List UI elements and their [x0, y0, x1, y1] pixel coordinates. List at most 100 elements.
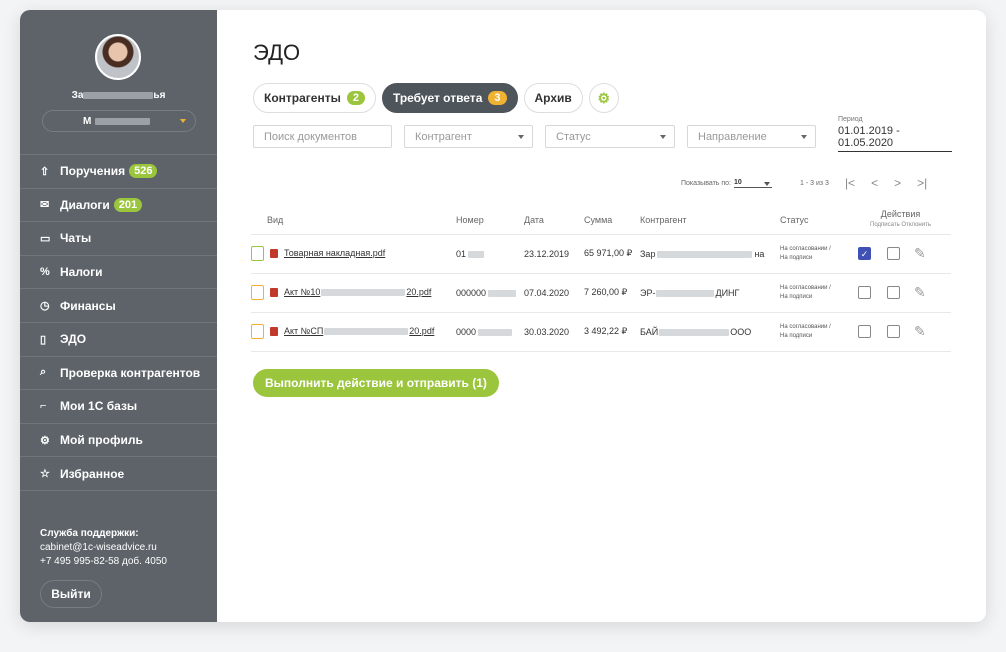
document-link[interactable]: Акт №СП 20.pdf [284, 326, 434, 336]
doc-number: 01 [456, 248, 467, 259]
pencil-icon[interactable]: ✎ [914, 245, 926, 261]
last-page-icon[interactable]: >| [917, 176, 927, 190]
pagination: Показывать по: 10 1 - 3 из 3 |< < > >| [681, 176, 927, 190]
sidebar-item-label: ЭДО [60, 332, 87, 347]
table-row[interactable]: Акт №10 20.pdf 000000 07.04.2020 7 260,00… [251, 272, 951, 312]
user-name-start: За [71, 90, 84, 101]
sign-checkbox[interactable] [858, 286, 871, 299]
sidebar-item-label: Проверка контрагентов [60, 365, 201, 380]
pdf-icon [270, 249, 278, 258]
redacted-text [478, 328, 513, 336]
support-email[interactable]: cabinet@1c-wiseadvice.ru [40, 541, 167, 555]
doc-date: 23.12.2019 [524, 233, 584, 273]
sidebar-item-counterparty-check[interactable]: ⌕ Проверка контрагентов [20, 357, 217, 391]
avatar[interactable] [95, 34, 141, 80]
sidebar-item-profile[interactable]: ⚙ Мой профиль [20, 424, 217, 458]
direction-select[interactable]: Направление [687, 125, 816, 148]
document-link[interactable]: Товарная накладная.pdf [284, 248, 385, 258]
pencil-icon[interactable]: ✎ [914, 323, 926, 339]
status-select[interactable]: Статус [545, 125, 675, 148]
doc-sum: 65 971,00 ₽ [584, 233, 640, 273]
upload-icon: ⇧ [40, 165, 50, 178]
sign-label: Подписать [870, 221, 900, 228]
sidebar-item-tasks[interactable]: ⇧ Поручения 526 [20, 155, 217, 189]
settings-gear-icon[interactable]: ⚙ [588, 83, 619, 113]
chevron-down-icon [660, 135, 666, 139]
doc-sum: 7 260,00 ₽ [584, 272, 640, 312]
table-row[interactable]: Товарная накладная.pdf 01 23.12.2019 65 … [251, 233, 951, 273]
doc-name: Акт №СП [284, 325, 324, 336]
doc-sum: 3 492,22 ₽ [584, 311, 640, 352]
table-header: Вид Номер Дата Сумма Контрагент Статус Д… [251, 206, 951, 234]
star-icon: ☆ [40, 468, 50, 481]
redacted-text [659, 328, 730, 336]
user-name: За ья [20, 90, 217, 101]
doc-date: 30.03.2020 [524, 311, 584, 352]
page-title: ЭДО [253, 40, 301, 65]
sidebar-item-edo[interactable]: ▯ ЭДО [20, 323, 217, 357]
pencil-icon[interactable]: ✎ [914, 284, 926, 300]
table-row[interactable]: Акт №СП 20.pdf 0000 30.03.2020 3 492,22 ₽… [251, 311, 951, 352]
search-input[interactable]: Поиск документов [253, 125, 392, 148]
doc-name: Товарная накладная.pdf [284, 247, 386, 258]
sidebar-item-finance[interactable]: ◷ Финансы [20, 289, 217, 323]
sidebar-item-taxes[interactable]: % Налоги [20, 256, 217, 290]
reject-checkbox[interactable] [887, 325, 900, 338]
period-value[interactable]: 01.01.2019 - 01.05.2020 [838, 125, 952, 152]
tab-label: Архив [534, 91, 572, 105]
submit-action-button[interactable]: Выполнить действие и отправить (1) [253, 369, 499, 397]
next-page-icon[interactable]: > [894, 176, 901, 190]
page-size-select[interactable]: 10 [734, 179, 773, 188]
redacted-text [83, 91, 154, 99]
reject-checkbox[interactable] [887, 247, 900, 260]
redacted-text [657, 250, 753, 258]
sign-checkbox[interactable]: ✓ [858, 247, 871, 260]
count-badge: 3 [488, 91, 507, 105]
doc-number: 0000 [456, 326, 477, 337]
sidebar-item-label: Финансы [60, 298, 116, 313]
select-value: Статус [556, 130, 591, 143]
support-phone[interactable]: +7 495 995-82-58 доб. 4050 [40, 555, 167, 569]
status-badge: На согласовании / На подписи [780, 323, 850, 341]
counterparty-name-end: на [754, 248, 765, 259]
doc-number: 000000 [456, 287, 487, 298]
pdf-icon [270, 288, 278, 297]
sidebar-item-1c-bases[interactable]: ⌐ Мои 1С базы [20, 390, 217, 424]
file-arrow-icon [251, 285, 264, 300]
sidebar-item-dialogs[interactable]: ✉ Диалоги 201 [20, 189, 217, 223]
chevron-down-icon [518, 135, 524, 139]
reject-checkbox[interactable] [887, 286, 900, 299]
tab-counterparties[interactable]: Контрагенты 2 [253, 83, 376, 113]
status-line: На согласовании / [780, 323, 831, 330]
doc-name: Акт №10 [284, 286, 321, 297]
chevron-down-icon [180, 119, 186, 123]
sidebar-item-favorites[interactable]: ☆ Избранное [20, 457, 217, 491]
app-window: За ья М ⇧ Поручения 526 ✉ Диалоги 201 ▭ Чаты %… [20, 10, 986, 622]
actions-label: Действия [880, 208, 921, 219]
counterparty-select[interactable]: Контрагент [404, 125, 533, 148]
column-header: Сумма [584, 214, 613, 225]
sidebar-item-label: Диалоги [60, 197, 110, 212]
support-title: Служба поддержки: [40, 528, 139, 539]
column-header: Дата [524, 214, 544, 225]
document-link[interactable]: Акт №10 20.pdf [284, 287, 431, 297]
sidebar-item-label: Мой профиль [60, 433, 143, 448]
sidebar-item-chats[interactable]: ▭ Чаты [20, 222, 217, 256]
prev-page-icon[interactable]: < [871, 176, 878, 190]
organization-select[interactable]: М [42, 110, 196, 132]
user-name-end: ья [153, 90, 166, 101]
reject-label: Отклонить [901, 221, 931, 228]
column-header: Статус [780, 214, 809, 225]
tab-archive[interactable]: Архив [523, 83, 583, 113]
sign-checkbox[interactable] [858, 325, 871, 338]
redacted-text [656, 289, 715, 297]
logout-button[interactable]: Выйти [40, 580, 102, 608]
first-page-icon[interactable]: |< [845, 176, 855, 190]
period-picker[interactable]: Период 01.01.2019 - 01.05.2020 [838, 116, 952, 152]
select-value: Направление [698, 130, 767, 143]
redacted-text [321, 289, 406, 296]
chat-icon: ▭ [40, 232, 51, 245]
column-header: Контрагент [640, 214, 687, 225]
tab-requires-response[interactable]: Требует ответа 3 [381, 83, 518, 113]
documents-table: Вид Номер Дата Сумма Контрагент Статус Д… [251, 206, 951, 352]
